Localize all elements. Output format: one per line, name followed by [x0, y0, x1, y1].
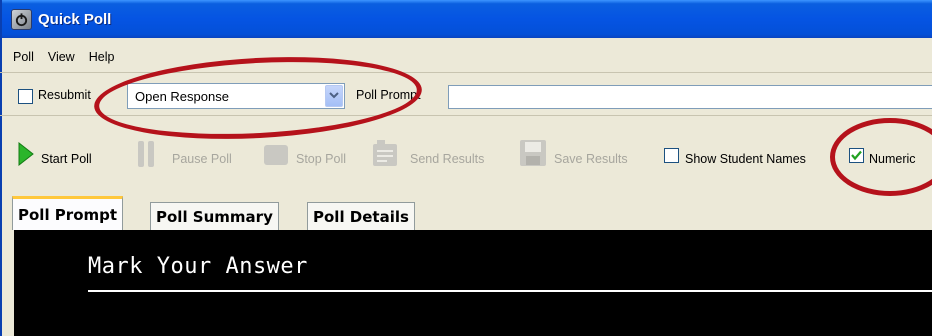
tab-poll-prompt[interactable]: Poll Prompt — [12, 196, 124, 230]
tab-poll-details[interactable]: Poll Details — [307, 202, 415, 230]
send-results-button[interactable]: Send Results — [410, 152, 484, 166]
title-bar: Quick Poll — [0, 0, 932, 38]
pause-icon[interactable] — [137, 140, 155, 171]
poll-type-select[interactable]: Open Response — [127, 83, 345, 109]
resubmit-checkbox[interactable] — [18, 89, 33, 104]
menu-view[interactable]: View — [41, 50, 82, 64]
checkmark-icon — [851, 150, 862, 161]
tab-strip: Poll Prompt Poll Summary Poll Details — [2, 196, 932, 230]
menu-poll[interactable]: Poll — [6, 50, 41, 64]
start-poll-button[interactable]: Start Poll — [41, 152, 92, 166]
prompt-display-text: Mark Your Answer — [88, 254, 308, 279]
tab-poll-summary[interactable]: Poll Summary — [150, 202, 279, 230]
app-power-icon[interactable] — [11, 8, 32, 30]
send-results-icon[interactable] — [370, 138, 400, 171]
menu-help[interactable]: Help — [82, 50, 122, 64]
poll-toolbar: Start Poll Pause Poll Stop Poll Send Res… — [0, 115, 932, 181]
stop-poll-button[interactable]: Stop Poll — [296, 152, 346, 166]
numeric-label: Numeric — [869, 152, 916, 166]
poll-settings-row: Resubmit Open Response Poll Prompt — [0, 72, 932, 112]
resubmit-label: Resubmit — [38, 88, 91, 102]
poll-prompt-display: Mark Your Answer — [14, 230, 932, 336]
chevron-down-icon[interactable] — [325, 85, 343, 107]
poll-prompt-input[interactable] — [448, 85, 932, 109]
window-title: Quick Poll — [38, 10, 112, 28]
stop-icon[interactable] — [263, 144, 289, 169]
pause-poll-button[interactable]: Pause Poll — [172, 152, 232, 166]
poll-prompt-label: Poll Prompt — [356, 88, 421, 102]
save-results-button[interactable]: Save Results — [554, 152, 628, 166]
numeric-checkbox[interactable] — [849, 148, 864, 163]
show-student-names-label: Show Student Names — [685, 152, 806, 166]
save-disk-icon[interactable] — [519, 139, 547, 170]
show-student-names-checkbox[interactable] — [664, 148, 679, 163]
prompt-underline — [88, 290, 932, 292]
poll-type-value: Open Response — [135, 89, 229, 104]
menu-bar: Poll View Help — [0, 45, 932, 69]
start-poll-play-icon[interactable] — [18, 141, 34, 169]
